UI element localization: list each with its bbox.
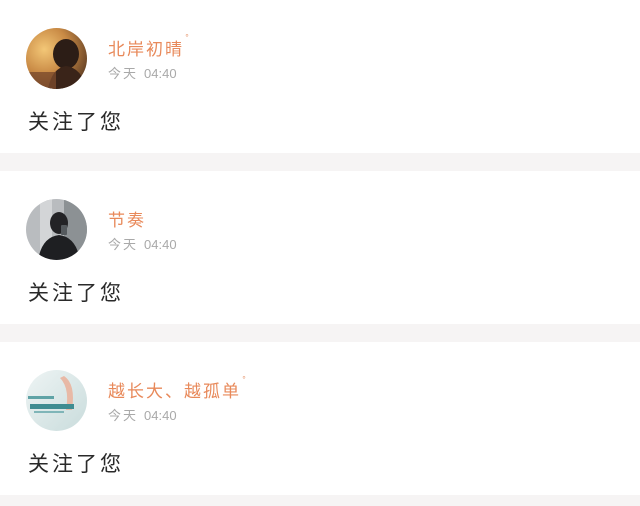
separator bbox=[0, 153, 640, 171]
username[interactable]: 节奏 bbox=[108, 206, 147, 231]
username[interactable]: 越长大、越孤单° bbox=[108, 375, 248, 402]
username[interactable]: 北岸初晴° bbox=[108, 33, 191, 60]
notification-message: 关注了您 bbox=[28, 281, 124, 305]
vip-mark: ° bbox=[185, 33, 191, 42]
avatar[interactable] bbox=[26, 28, 87, 89]
avatar-person-icon bbox=[26, 199, 87, 260]
vip-mark: ° bbox=[242, 375, 248, 384]
notification-card[interactable]: 北岸初晴° 今天 04:40 关注了您 bbox=[0, 0, 640, 153]
notification-card[interactable]: 越长大、越孤单° 今天 04:40 关注了您 bbox=[0, 342, 640, 495]
avatar-person-icon bbox=[26, 28, 87, 89]
avatar[interactable] bbox=[26, 370, 87, 431]
avatar-text-art-icon bbox=[26, 370, 87, 431]
notification-message: 关注了您 bbox=[28, 452, 124, 476]
timestamp: 今天 04:40 bbox=[108, 66, 177, 82]
timestamp: 今天 04:40 bbox=[108, 408, 177, 424]
timestamp: 今天 04:40 bbox=[108, 237, 177, 253]
notification-card[interactable]: 节奏 今天 04:40 关注了您 bbox=[0, 171, 640, 324]
notification-message: 关注了您 bbox=[28, 110, 124, 134]
avatar[interactable] bbox=[26, 199, 87, 260]
notification-feed: 北岸初晴° 今天 04:40 关注了您 节奏 今天 04:40 关注了您 越长大… bbox=[0, 0, 640, 506]
separator bbox=[0, 324, 640, 342]
separator bbox=[0, 495, 640, 506]
